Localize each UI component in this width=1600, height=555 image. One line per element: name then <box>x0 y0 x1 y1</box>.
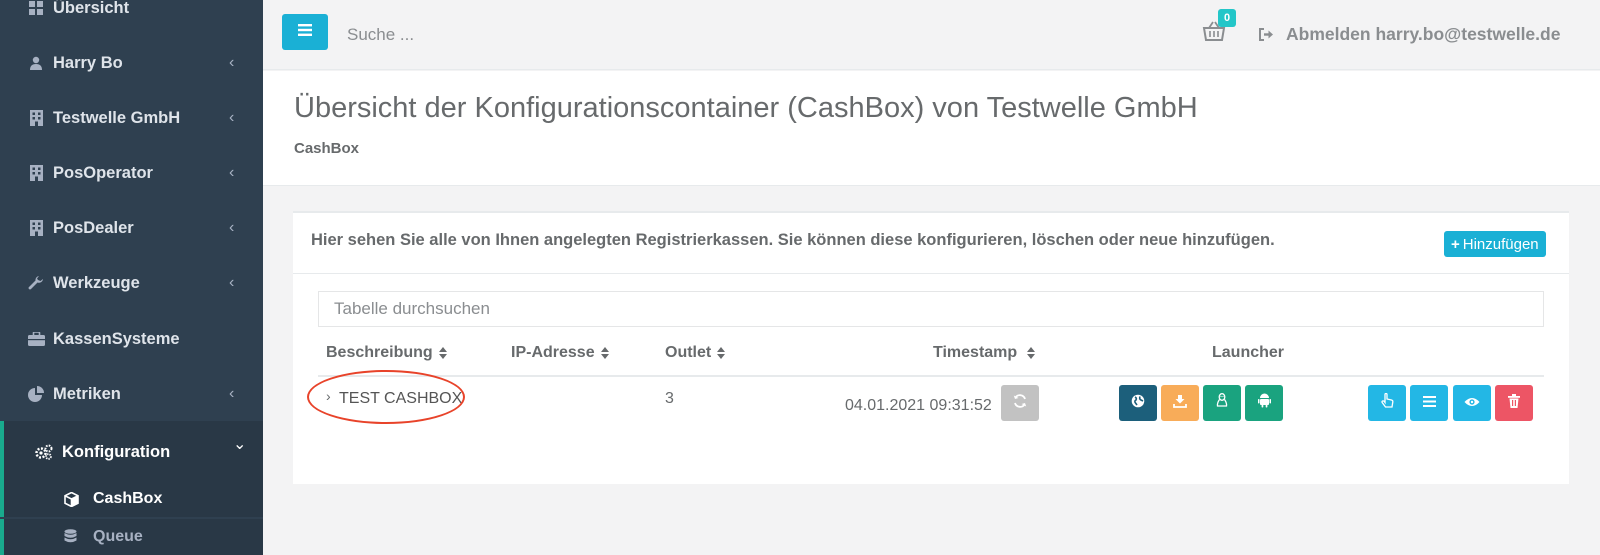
add-button[interactable]: + Hinzufügen <box>1444 231 1546 257</box>
action-list-button[interactable] <box>1410 385 1448 421</box>
global-search-input[interactable] <box>347 22 647 48</box>
menu-toggle-button[interactable] <box>282 14 328 50</box>
chevron-down-icon: ⌄ <box>233 436 247 453</box>
launcher-web-button[interactable] <box>1119 385 1157 421</box>
briefcase-icon <box>27 330 45 348</box>
chevron-left-icon: ‹ <box>229 109 235 126</box>
refresh-button[interactable] <box>1001 385 1039 421</box>
cogs-icon <box>35 443 53 461</box>
chevron-left-icon: ‹ <box>229 54 235 71</box>
panel-header: Hier sehen Sie alle von Ihnen angelegten… <box>293 213 1569 274</box>
sidebar-subitem-queue[interactable]: Queue <box>0 519 263 555</box>
cell-outlet: 3 <box>665 390 674 407</box>
column-header-beschreibung[interactable]: Beschreibung <box>326 344 447 362</box>
column-header-ip-adresse[interactable]: IP-Adresse <box>511 344 609 362</box>
refresh-icon <box>1013 393 1027 413</box>
user-icon <box>27 54 45 72</box>
chevron-left-icon: ‹ <box>229 164 235 181</box>
logout-label: Abmelden harry.bo@testwelle.de <box>1286 23 1561 44</box>
cell-beschreibung: TEST CASHBOX <box>339 390 463 407</box>
chevron-left-icon: ‹ <box>229 274 235 291</box>
sidebar-item-testwelle[interactable]: Testwelle GmbH ‹ <box>0 91 263 145</box>
panel-description: Hier sehen Sie alle von Ihnen angelegten… <box>311 231 1275 249</box>
column-label: Outlet <box>665 344 712 361</box>
sidebar-item-metriken[interactable]: Metriken ‹ <box>0 367 263 421</box>
globe-icon <box>1131 394 1145 413</box>
sidebar-item-label: Testwelle GmbH <box>53 108 181 127</box>
eye-icon <box>1464 394 1480 412</box>
cell-timestamp: 04.01.2021 09:31:52 <box>845 397 992 414</box>
column-header-outlet[interactable]: Outlet <box>665 344 726 362</box>
hand-pointer-icon <box>1380 392 1394 413</box>
sidebar-subitem-label: CashBox <box>93 490 163 507</box>
sidebar-item-konfiguration[interactable]: Konfiguration ⌄ <box>0 421 263 483</box>
sidebar-item-label: Harry Bo <box>53 53 123 72</box>
hamburger-icon <box>298 23 312 41</box>
sidebar-item-label: KassenSysteme <box>53 329 180 348</box>
top-navbar: 0 Abmelden harry.bo@testwelle.de <box>263 0 1600 70</box>
action-delete-button[interactable] <box>1495 385 1533 421</box>
pie-chart-icon <box>27 385 45 403</box>
column-label: Launcher <box>1212 344 1285 361</box>
sidebar-item-werkzeuge[interactable]: Werkzeuge ‹ <box>0 256 263 310</box>
sidebar-item-kassensysteme[interactable]: KassenSysteme <box>0 312 263 366</box>
plus-icon: + <box>1451 235 1460 253</box>
column-label: Beschreibung <box>326 344 433 361</box>
building-icon <box>27 109 45 127</box>
sidebar-item-harry-bo[interactable]: Harry Bo ‹ <box>0 36 263 90</box>
sidebar-item-label: Übersicht <box>53 0 130 17</box>
wrench-icon <box>27 274 45 292</box>
sidebar-item-uebersicht[interactable]: Übersicht <box>0 0 263 35</box>
page-title: Übersicht der Konfigurationscontainer (C… <box>294 92 1198 124</box>
launcher-android-button[interactable] <box>1245 385 1283 421</box>
sort-icon <box>1027 347 1036 359</box>
android-icon <box>1257 393 1271 413</box>
row-expand-chevron-icon[interactable]: › <box>326 388 331 404</box>
action-select-button[interactable] <box>1368 385 1406 421</box>
chevron-left-icon: ‹ <box>229 385 235 402</box>
table-search-input[interactable] <box>318 291 1544 327</box>
sidebar: Übersicht Harry Bo ‹ Testwelle GmbH ‹ Po… <box>0 0 263 555</box>
column-label: Timestamp <box>933 344 1018 361</box>
sidebar-subitem-label: Queue <box>93 528 143 545</box>
download-icon <box>1173 394 1187 413</box>
grid-icon <box>27 0 45 17</box>
cashbox-panel: Hier sehen Sie alle von Ihnen angelegten… <box>293 211 1569 484</box>
table-header-divider <box>318 375 1544 377</box>
sidebar-item-posdealer[interactable]: PosDealer ‹ <box>0 201 263 255</box>
page-heading: Übersicht der Konfigurationscontainer (C… <box>263 71 1600 186</box>
trash-icon <box>1508 393 1520 413</box>
column-header-launcher: Launcher <box>1212 344 1284 362</box>
chevron-left-icon: ‹ <box>229 219 235 236</box>
sidebar-item-label: Metriken <box>53 384 121 403</box>
linux-icon <box>1216 393 1228 413</box>
column-header-timestamp[interactable]: Timestamp <box>933 344 1036 362</box>
sort-icon <box>600 347 609 359</box>
sort-icon <box>438 347 447 359</box>
building-icon <box>27 164 45 182</box>
breadcrumb: CashBox <box>294 140 360 157</box>
sidebar-item-label: PosDealer <box>53 218 134 237</box>
cube-icon <box>64 491 79 507</box>
sidebar-item-posoperator[interactable]: PosOperator ‹ <box>0 146 263 200</box>
add-button-label: Hinzufügen <box>1462 235 1539 253</box>
action-view-button[interactable] <box>1453 385 1491 421</box>
database-icon <box>64 529 77 545</box>
list-icon <box>1422 394 1436 412</box>
sidebar-subitem-cashbox[interactable]: CashBox <box>0 481 263 517</box>
sidebar-item-label: Konfiguration <box>62 442 171 461</box>
sidebar-item-label: Werkzeuge <box>53 273 140 292</box>
sort-icon <box>717 347 726 359</box>
logout-link[interactable]: Abmelden harry.bo@testwelle.de <box>1259 22 1560 46</box>
column-label: IP-Adresse <box>511 344 595 361</box>
building-icon <box>27 219 45 237</box>
basket-count-badge: 0 <box>1218 9 1236 27</box>
launcher-download-button[interactable] <box>1161 385 1199 421</box>
sidebar-item-label: PosOperator <box>53 163 153 182</box>
launcher-linux-button[interactable] <box>1203 385 1241 421</box>
sign-out-icon <box>1259 27 1274 41</box>
